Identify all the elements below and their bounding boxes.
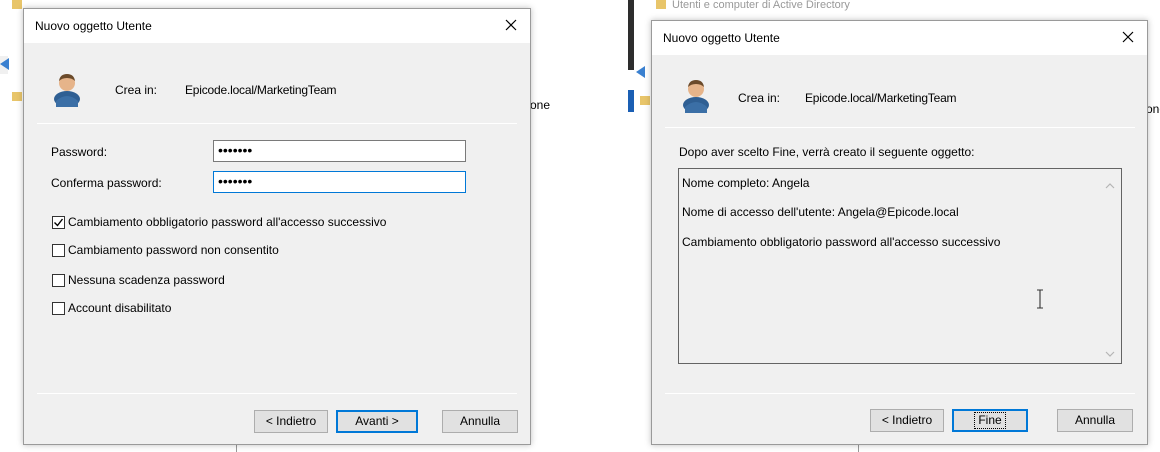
checkbox-label: Nessuna scadenza password bbox=[68, 273, 225, 287]
folder-icon bbox=[656, 0, 666, 9]
cancel-button-label: Annulla bbox=[459, 414, 501, 428]
cancel-button-label: Annulla bbox=[1074, 413, 1116, 427]
folder-icon bbox=[12, 0, 22, 9]
create-in-path: Epicode.local/MarketingTeam bbox=[805, 91, 957, 105]
dialog-title: Nuovo oggetto Utente bbox=[663, 31, 780, 45]
checkbox-box[interactable] bbox=[52, 301, 65, 315]
dialog-titlebar[interactable]: Nuovo oggetto Utente bbox=[24, 9, 530, 43]
folder-icon bbox=[12, 92, 22, 101]
checkbox-box[interactable] bbox=[52, 215, 65, 229]
create-in-path: Epicode.local/MarketingTeam bbox=[185, 83, 337, 97]
i-beam-cursor-icon bbox=[1035, 289, 1045, 309]
finish-button-label: Fine bbox=[974, 412, 1006, 429]
back-button[interactable]: < Indietro bbox=[870, 409, 944, 432]
checkbox-account-disabled[interactable]: Account disabilitato bbox=[52, 301, 171, 315]
cancel-button[interactable]: Annulla bbox=[1057, 409, 1133, 432]
background-partial-label: one bbox=[530, 98, 551, 112]
dialog-titlebar[interactable]: Nuovo oggetto Utente bbox=[652, 21, 1147, 55]
create-in-label: Crea in: bbox=[115, 83, 158, 97]
summary-password-change: Cambiamento obbligatorio password all'ac… bbox=[682, 235, 1001, 249]
next-button-label: Avanti > bbox=[355, 414, 399, 428]
close-icon[interactable] bbox=[1117, 26, 1139, 48]
next-button[interactable]: Avanti > bbox=[336, 410, 418, 433]
footer-separator bbox=[37, 393, 517, 394]
create-in-label: Crea in: bbox=[738, 91, 781, 105]
finish-button[interactable]: Fine bbox=[952, 409, 1028, 432]
checkbox-label: Cambiamento obbligatorio password all'ac… bbox=[68, 215, 387, 229]
checkbox-label: Cambiamento password non consentito bbox=[68, 243, 279, 257]
header-separator bbox=[37, 123, 517, 124]
summary-textbox[interactable]: Nome completo: Angela Nome di accesso de… bbox=[678, 168, 1122, 364]
password-field[interactable]: ••••••• bbox=[213, 140, 466, 162]
checkbox-box[interactable] bbox=[52, 243, 65, 257]
background-window-title: Utenti e computer di Active Directory bbox=[672, 0, 850, 11]
background-partial-label: one bbox=[1146, 102, 1160, 116]
scroll-up-arrow-icon[interactable] bbox=[1105, 179, 1115, 189]
back-button-label: < Indietro bbox=[881, 413, 933, 427]
background-dark-strip bbox=[628, 0, 634, 70]
back-button[interactable]: < Indietro bbox=[254, 410, 328, 433]
background-selection bbox=[628, 90, 634, 112]
user-icon bbox=[681, 77, 711, 113]
new-user-dialog-summary-step: Nuovo oggetto Utente Crea in: Epicode.lo… bbox=[651, 20, 1148, 445]
summary-full-name: Nome completo: Angela bbox=[682, 176, 810, 190]
back-arrow-icon[interactable] bbox=[636, 66, 645, 78]
dialog-title: Nuovo oggetto Utente bbox=[35, 19, 152, 33]
checkbox-must-change-password[interactable]: Cambiamento obbligatorio password all'ac… bbox=[52, 215, 386, 229]
close-icon[interactable] bbox=[500, 14, 522, 36]
folder-icon bbox=[640, 96, 650, 105]
confirm-password-field[interactable]: ••••••• bbox=[213, 171, 466, 193]
checkbox-password-never-expires[interactable]: Nessuna scadenza password bbox=[52, 273, 225, 287]
info-text: Dopo aver scelto Fine, verrà creato il s… bbox=[679, 145, 975, 159]
checkbox-box[interactable] bbox=[52, 273, 65, 287]
footer-separator bbox=[665, 393, 1135, 394]
summary-logon-name: Nome di accesso dell'utente: Angela@Epic… bbox=[682, 205, 959, 219]
checkbox-label: Account disabilitato bbox=[68, 301, 172, 315]
new-user-dialog-password-step: Nuovo oggetto Utente Crea in: Epicode.lo… bbox=[23, 8, 531, 445]
checkbox-cannot-change-password[interactable]: Cambiamento password non consentito bbox=[52, 243, 279, 257]
back-button-label: < Indietro bbox=[265, 414, 317, 428]
scroll-down-arrow-icon[interactable] bbox=[1105, 347, 1115, 357]
back-arrow-icon[interactable] bbox=[0, 58, 9, 70]
cancel-button[interactable]: Annulla bbox=[442, 410, 518, 433]
confirm-password-label: Conferma password: bbox=[51, 176, 162, 190]
checkmark-icon bbox=[54, 218, 64, 227]
password-label: Password: bbox=[51, 145, 108, 159]
user-icon bbox=[52, 71, 82, 107]
header-separator bbox=[665, 127, 1135, 128]
